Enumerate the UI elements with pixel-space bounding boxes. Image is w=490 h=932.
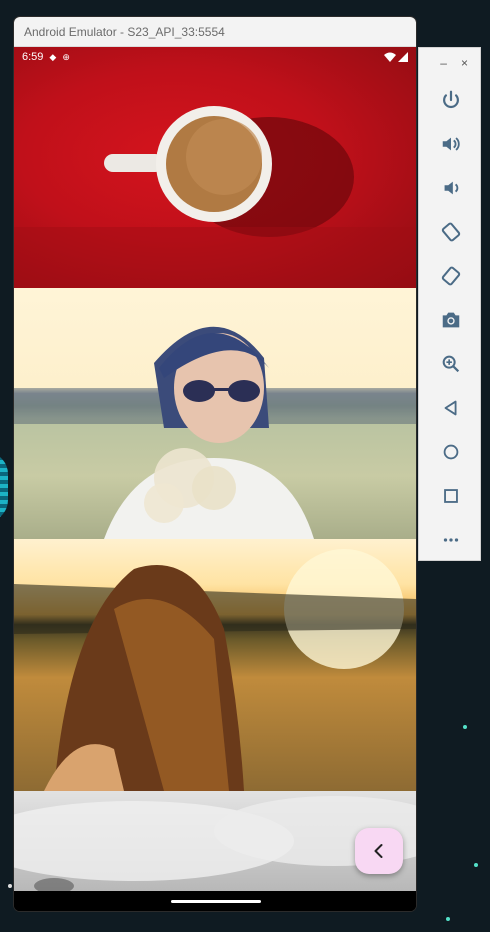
volume-up-button[interactable] [419,122,482,166]
minimize-button[interactable]: – [440,56,447,70]
photo-woman-sunset[interactable] [14,539,416,791]
home-handle[interactable] [171,900,261,903]
more-button[interactable] [419,518,482,562]
desktop-dot [446,917,450,921]
volume-down-icon [444,181,458,195]
desktop-dot [8,884,12,888]
emulator-toolbar: – × [418,47,481,561]
camera-icon [442,312,459,328]
coffee-cup-illustration [14,106,416,288]
desktop-decoration [0,452,8,522]
status-bar: 6:59 ◆ ⊕ [14,47,416,67]
photo-woman-sunglasses[interactable] [14,288,416,539]
rotate-left-icon [441,222,460,242]
status-time: 6:59 [22,51,44,63]
back-fab-button[interactable] [355,828,403,874]
more-dots-icon [443,538,458,542]
sync-icon: ⊕ [62,51,70,62]
back-button[interactable] [419,386,482,430]
desktop-dot [463,725,467,729]
emulator-window: Android Emulator - S23_API_33:5554 6:59 … [14,17,416,911]
home-circle-icon [443,444,458,460]
zoom-icon [442,355,459,373]
screenshot-button[interactable] [419,298,482,342]
back-triangle-icon [444,400,456,416]
woman-sunset-illustration [14,549,416,791]
device-screen: 6:59 ◆ ⊕ [14,47,416,911]
window-title: Android Emulator - S23_API_33:5554 [24,24,225,39]
signal-icon [398,52,408,62]
overview-square-icon [443,489,458,503]
zoom-button[interactable] [419,342,482,386]
gesture-nav-bar [14,891,416,911]
wifi-icon [384,52,396,62]
chevron-left-icon [374,844,383,858]
rotate-right-button[interactable] [419,254,482,298]
emulator-titlebar[interactable]: Android Emulator - S23_API_33:5554 [14,17,416,47]
photo-coffee-cup[interactable] [14,47,416,288]
volume-up-icon [442,137,460,151]
rotate-left-button[interactable] [419,210,482,254]
power-button[interactable] [419,78,482,122]
close-button[interactable]: × [461,56,468,70]
rotate-right-icon [441,266,460,286]
notification-icon: ◆ [49,51,57,62]
desktop-dot [474,863,478,867]
volume-down-button[interactable] [419,166,482,210]
overview-button[interactable] [419,474,482,518]
home-button[interactable] [419,430,482,474]
power-icon [442,90,459,108]
woman-sunglasses-illustration [14,326,416,539]
